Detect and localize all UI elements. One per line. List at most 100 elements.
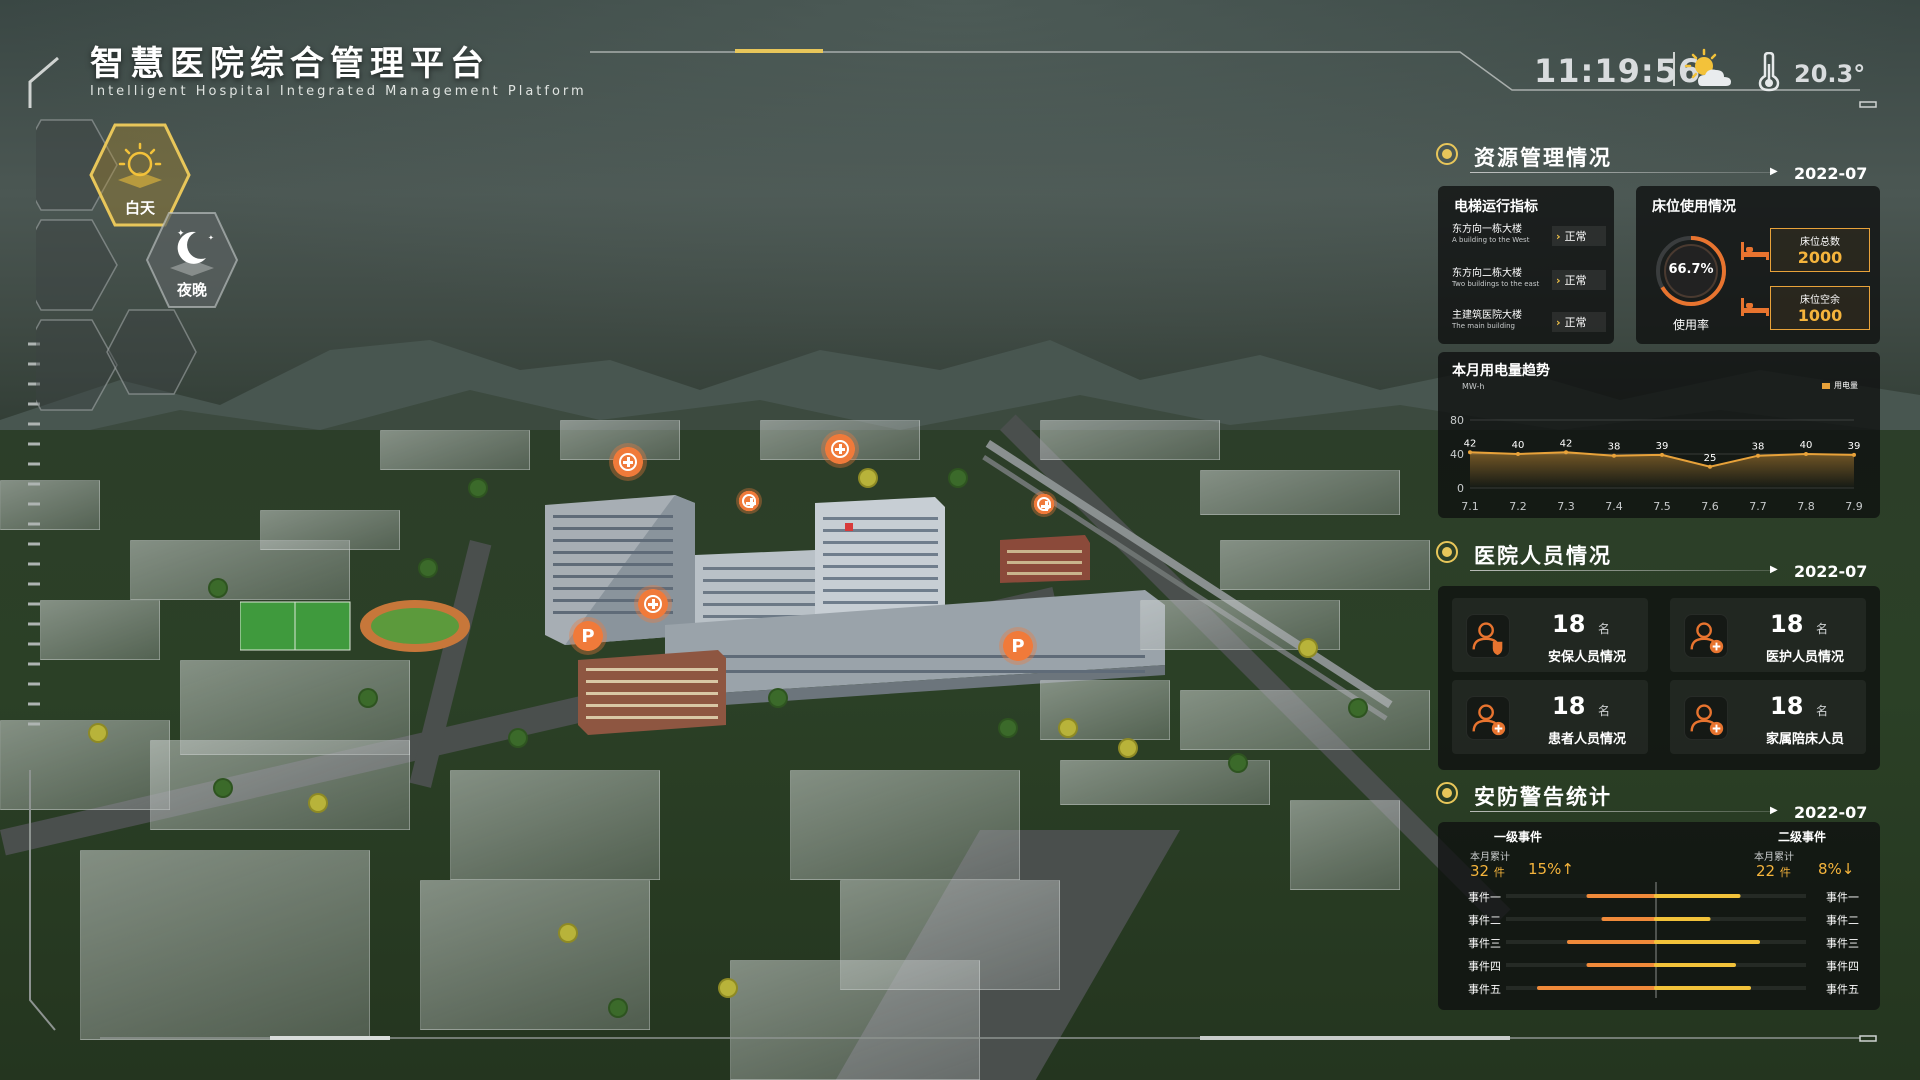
hospital-marker-icon[interactable]: [634, 585, 672, 623]
security-date: 2022-07: [1794, 803, 1868, 822]
arrow-right-icon: ▶: [1770, 166, 1778, 177]
data-label: 39: [1656, 441, 1669, 452]
partly-cloudy-sun-icon: [1684, 48, 1731, 86]
tree: [210, 580, 226, 596]
city-block: [1040, 420, 1220, 460]
tree: [1300, 640, 1316, 656]
security-staff-icon: [1466, 614, 1510, 658]
bed-usage-rate: 66.7%: [1668, 262, 1714, 277]
patient-icon: [1466, 696, 1510, 740]
tree: [1060, 720, 1076, 736]
elevator-status: › 正常: [1552, 226, 1606, 246]
status-text: 正常: [1564, 274, 1587, 287]
city-block: [1290, 800, 1400, 890]
x-tick-label: 7.7: [1749, 500, 1767, 513]
y-tick-label: 40: [1450, 448, 1464, 461]
x-tick-label: 7.1: [1461, 500, 1479, 513]
status-text: 正常: [1564, 230, 1587, 243]
parking-marker-icon[interactable]: P: [999, 627, 1037, 665]
y-tick-label: 80: [1450, 414, 1464, 427]
staff-label: 患者人员情况: [1547, 732, 1626, 747]
divider: [1470, 811, 1776, 812]
city-block: [80, 850, 370, 1040]
elevator-title: 电梯运行指标: [1454, 199, 1538, 215]
city-block: [150, 740, 410, 830]
resource-section-title: 资源管理情况: [1474, 146, 1612, 170]
city-block: [0, 720, 170, 810]
event-bar-chart: [1506, 882, 1806, 998]
tree: [560, 925, 576, 941]
staff-card-patient[interactable]: 18 名 患者人员情况: [1452, 680, 1648, 754]
city-block: [0, 480, 100, 530]
staff-unit: 名: [1816, 704, 1829, 718]
bed-free-box: 床位空余 1000: [1770, 286, 1870, 330]
elevator-row[interactable]: 东方向二栋大楼 Two buildings to the east › 正常: [1452, 268, 1606, 290]
data-label: 42: [1560, 438, 1573, 449]
staff-card-security[interactable]: 18 名 安保人员情况: [1452, 598, 1648, 672]
tree: [470, 480, 486, 496]
section-bullet-icon: [1436, 143, 1458, 165]
tree: [360, 690, 376, 706]
data-point: [1708, 464, 1712, 469]
tree: [1120, 740, 1136, 756]
chevron-right-icon: ›: [1556, 315, 1561, 329]
thermometer-icon: [1758, 52, 1780, 92]
data-label: 40: [1512, 440, 1525, 451]
elevator-row[interactable]: 东方向一栋大楼 A building to the West › 正常: [1452, 224, 1606, 246]
bed-title: 床位使用情况: [1652, 199, 1736, 215]
arrow-right-icon: ▶: [1770, 564, 1778, 575]
x-tick-label: 7.8: [1797, 500, 1815, 513]
x-tick-label: 7.6: [1701, 500, 1719, 513]
bed-free-value: 1000: [1797, 306, 1843, 325]
hospital-marker-icon[interactable]: [736, 488, 762, 514]
city-block: [1220, 540, 1430, 590]
page-subtitle: Intelligent Hospital Integrated Manageme…: [90, 84, 587, 99]
x-tick-label: 7.4: [1605, 500, 1623, 513]
hospital-marker-icon[interactable]: [1031, 491, 1057, 517]
section-bullet-icon: [1436, 541, 1458, 563]
bed-icon: [1741, 298, 1769, 316]
tree: [90, 725, 106, 741]
bed-free-label: 床位空余: [1800, 295, 1840, 306]
power-line-chart: 040807.1 7.2 7.3 7.4 7.5 7.6 7.7 7.8 7.942 40 42 38…: [1450, 414, 1863, 513]
staff-label: 安保人员情况: [1547, 650, 1626, 665]
arrow-right-icon: ▶: [1770, 805, 1778, 816]
tree: [510, 730, 526, 746]
staff-card-medical[interactable]: 18 名 医护人员情况: [1670, 598, 1866, 672]
x-tick-label: 7.3: [1557, 500, 1575, 513]
data-label: 42: [1464, 438, 1477, 449]
staff-date: 2022-07: [1794, 562, 1868, 581]
x-tick-label: 7.5: [1653, 500, 1671, 513]
tree: [860, 470, 876, 486]
security-panel: 一级事件 本月累计 32 件 15%↑ 二级事件 本月累计 22 件 8%↓ 事…: [1438, 822, 1880, 1010]
data-point: [1564, 450, 1568, 455]
staff-panel: 18 名 安保人员情况 18 名 医护人员情况 18 名 患者人员情况 18 名…: [1438, 586, 1880, 770]
night-mode-button[interactable]: ✦ ✦ 夜晚: [144, 210, 240, 310]
hospital-marker-icon[interactable]: [821, 430, 859, 468]
staff-card-family[interactable]: 18 名 家属陪床人员: [1670, 680, 1866, 754]
data-point: [1612, 453, 1616, 458]
staff-unit: 名: [1816, 622, 1829, 636]
status-text: 正常: [1564, 316, 1587, 329]
city-block: [790, 770, 1020, 880]
elevator-row[interactable]: 主建筑医院大楼 The main building › 正常: [1452, 310, 1606, 332]
hospital-marker-icon[interactable]: [609, 443, 647, 481]
staff-label: 家属陪床人员: [1765, 732, 1844, 747]
staff-unit: 名: [1598, 622, 1611, 636]
staff-count: 18: [1552, 610, 1586, 638]
temperature: 20.3°: [1794, 60, 1866, 88]
divider: [1470, 172, 1776, 173]
resource-date: 2022-07: [1794, 164, 1868, 183]
city-block: [730, 960, 980, 1080]
elevator-status: › 正常: [1552, 312, 1606, 332]
tree: [215, 780, 231, 796]
parking-marker-icon[interactable]: P: [569, 617, 607, 655]
x-tick-label: 7.2: [1509, 500, 1527, 513]
ward-building: [578, 650, 726, 735]
security-section-title: 安防警告统计: [1474, 785, 1612, 809]
family-escort-icon: [1684, 696, 1728, 740]
tree: [310, 795, 326, 811]
tree: [1000, 720, 1016, 736]
staff-unit: 名: [1598, 704, 1611, 718]
data-label: 38: [1608, 442, 1621, 453]
